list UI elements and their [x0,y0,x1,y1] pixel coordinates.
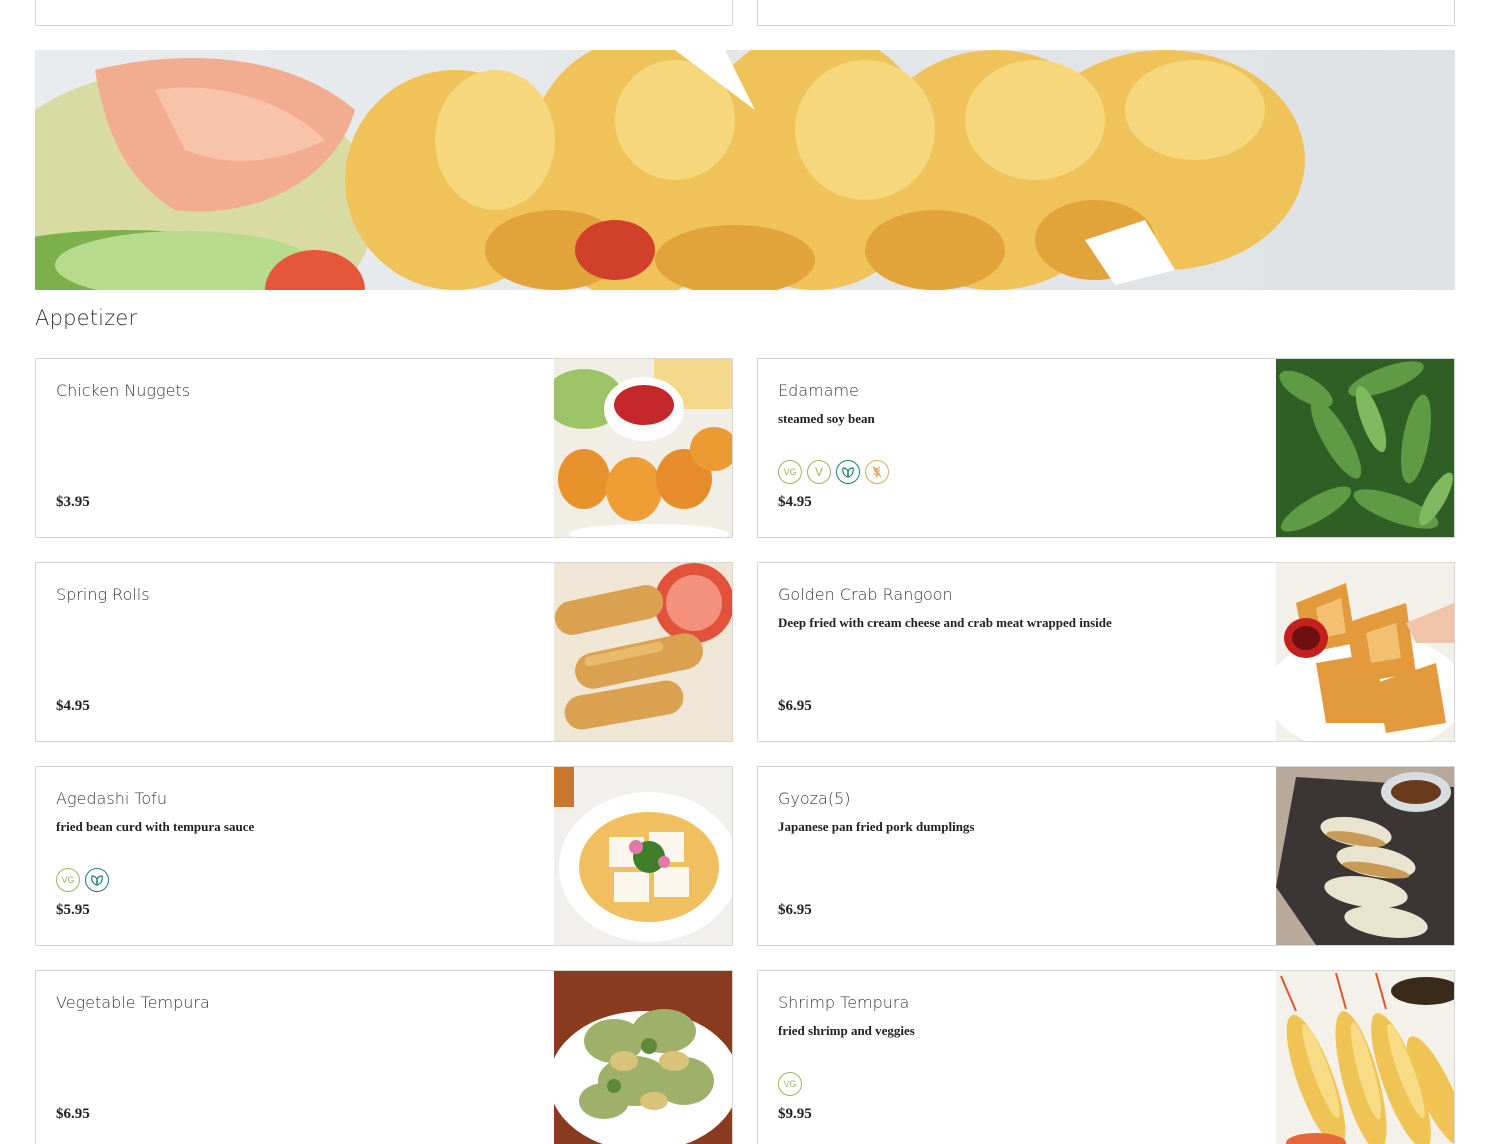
menu-item-name: Vegetable Tempura [56,993,210,1012]
vegan-badge-icon: V [807,460,831,484]
menu-item-card[interactable]: Gyoza(5) Japanese pan fried pork dumplin… [757,766,1455,946]
chicken-nuggets-photo [554,359,732,537]
menu-item-card[interactable]: Golden Crab Rangoon Deep fried with crea… [757,562,1455,742]
menu-item-description: fried shrimp and veggies [778,1023,915,1038]
menu-item-card[interactable]: Agedashi Tofu fried bean curd with tempu… [35,766,733,946]
dietary-badges: VG [778,1072,802,1096]
menu-item-card-partial[interactable] [757,0,1455,26]
agedashi-tofu-photo [554,767,732,945]
menu-item-description: steamed soy bean [778,411,875,426]
menu-item-card[interactable]: Vegetable Tempura $6.95 [35,970,733,1144]
menu-item-description: fried bean curd with tempura sauce [56,819,255,834]
menu-item-description: Japanese pan fried pork dumplings [778,819,975,834]
vegetarian-badge-icon: VG [778,460,802,484]
menu-item-name: Golden Crab Rangoon [778,585,953,604]
crab-rangoon-photo [1276,563,1454,741]
menu-item-card[interactable]: Chicken Nuggets $3.95 [35,358,733,538]
menu-item-name: Shrimp Tempura [778,993,910,1012]
menu-item-price: $3.95 [56,494,90,510]
vegetarian-badge-icon: VG [778,1072,802,1096]
menu-item-card-partial[interactable] [35,0,733,26]
plant-based-leaf-icon [836,460,860,484]
menu-item-price: $4.95 [56,698,90,714]
gyoza-photo [1276,767,1454,945]
menu-item-name: Chicken Nuggets [56,381,191,400]
menu-item-name: Agedashi Tofu [56,789,167,808]
shrimp-tempura-photo [1276,971,1454,1144]
menu-item-price: $6.95 [56,1106,90,1122]
menu-item-price: $6.95 [778,698,812,714]
vegetarian-badge-icon: VG [56,868,80,892]
menu-item-price: $5.95 [56,902,90,918]
menu-item-price: $6.95 [778,902,812,918]
menu-item-card[interactable]: Edamame steamed soy bean VG V $4.95 [757,358,1455,538]
spring-rolls-photo [554,563,732,741]
menu-item-card[interactable]: Shrimp Tempura fried shrimp and veggies … [757,970,1455,1144]
edamame-photo [1276,359,1454,537]
dietary-badges: VG [56,868,109,892]
dietary-badges: VG V [778,460,889,484]
vegetable-tempura-photo [554,971,732,1144]
section-title: Appetizer [35,306,138,330]
section-banner-image [35,50,1455,290]
menu-item-name: Spring Rolls [56,585,150,604]
menu-item-card[interactable]: Spring Rolls $4.95 [35,562,733,742]
menu-item-price: $4.95 [778,494,812,510]
plant-based-leaf-icon [85,868,109,892]
menu-item-name: Gyoza(5) [778,789,851,808]
menu-item-price: $9.95 [778,1106,812,1122]
gluten-wheat-icon [865,460,889,484]
menu-item-description: Deep fried with cream cheese and crab me… [778,615,1112,630]
menu-item-name: Edamame [778,381,859,400]
